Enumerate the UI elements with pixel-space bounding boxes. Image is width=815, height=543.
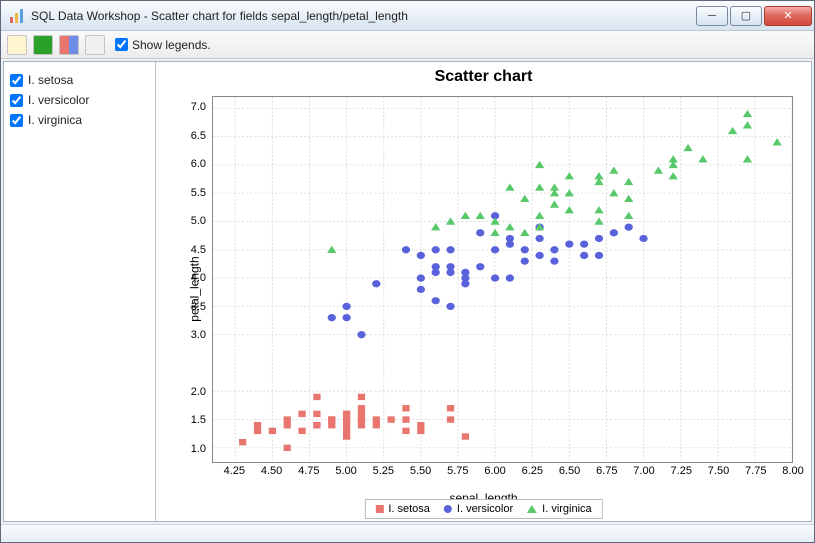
- legend-label: I. versicolor: [457, 503, 513, 515]
- chart-title: Scatter chart: [156, 62, 811, 86]
- series-toggle-setosa[interactable]: I. setosa: [10, 70, 149, 90]
- y-axis-ticks: 1.01.52.03.03.54.04.55.05.56.06.57.0: [164, 96, 210, 463]
- plot-container: petal_length 1.01.52.03.03.54.04.55.05.5…: [164, 90, 803, 487]
- toolbar: Show legends.: [1, 31, 814, 59]
- toolbar-style-3[interactable]: [59, 35, 79, 55]
- app-window: SQL Data Workshop - Scatter chart for fi…: [0, 0, 815, 543]
- series-checkbox[interactable]: [10, 94, 23, 107]
- series-sidebar: I. setosa I. versicolor I. virginica: [4, 62, 156, 521]
- minimize-button[interactable]: ─: [696, 6, 728, 26]
- series-label: I. setosa: [28, 73, 73, 87]
- series-toggle-versicolor[interactable]: I. versicolor: [10, 90, 149, 110]
- show-legends-label: Show legends.: [132, 38, 211, 52]
- window-controls: ─ ▢ ✕: [694, 6, 812, 26]
- maximize-button[interactable]: ▢: [730, 6, 762, 26]
- window-title: SQL Data Workshop - Scatter chart for fi…: [31, 9, 694, 23]
- series-checkbox[interactable]: [10, 114, 23, 127]
- circle-icon: [444, 505, 452, 513]
- show-legends-checkbox[interactable]: [115, 38, 128, 51]
- statusbar: [1, 524, 814, 542]
- chart-pane: Scatter chart petal_length 1.01.52.03.03…: [156, 62, 811, 521]
- toolbar-style-4[interactable]: [85, 35, 105, 55]
- series-toggle-virginica[interactable]: I. virginica: [10, 110, 149, 130]
- close-button[interactable]: ✕: [764, 6, 812, 26]
- app-icon: [9, 8, 25, 24]
- titlebar[interactable]: SQL Data Workshop - Scatter chart for fi…: [1, 1, 814, 31]
- chart-legend: I. setosa I. versicolor I. virginica: [364, 499, 602, 519]
- content-area: I. setosa I. versicolor I. virginica Sca…: [3, 61, 812, 522]
- square-icon: [375, 505, 383, 513]
- legend-label: I. virginica: [542, 503, 592, 515]
- show-legends-toggle[interactable]: Show legends.: [115, 38, 211, 52]
- series-label: I. versicolor: [28, 93, 89, 107]
- x-axis-ticks: 4.254.504.755.005.255.505.756.006.256.50…: [212, 465, 793, 483]
- series-label: I. virginica: [28, 113, 82, 127]
- legend-item-virginica[interactable]: I. virginica: [527, 503, 592, 515]
- series-checkbox[interactable]: [10, 74, 23, 87]
- toolbar-style-2[interactable]: [33, 35, 53, 55]
- scatter-plot: [213, 97, 792, 462]
- legend-item-setosa[interactable]: I. setosa: [375, 503, 430, 515]
- toolbar-style-1[interactable]: [7, 35, 27, 55]
- triangle-icon: [527, 505, 537, 513]
- legend-label: I. setosa: [388, 503, 430, 515]
- plot-area[interactable]: [212, 96, 793, 463]
- legend-item-versicolor[interactable]: I. versicolor: [444, 503, 513, 515]
